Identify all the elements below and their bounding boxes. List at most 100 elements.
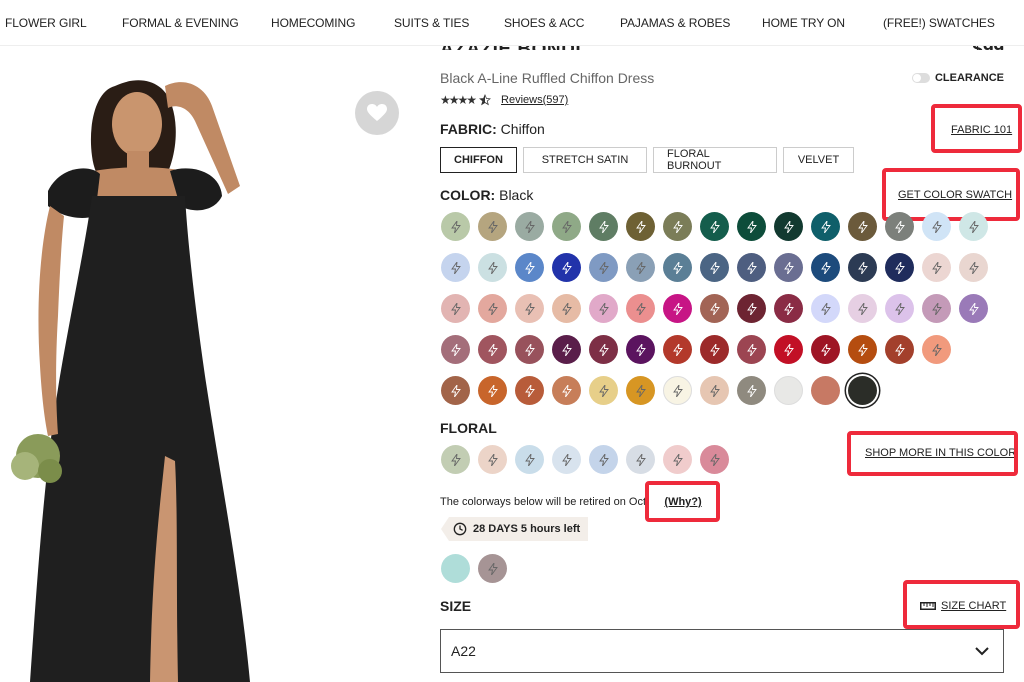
color-swatch[interactable] bbox=[774, 253, 803, 282]
color-swatch[interactable] bbox=[922, 335, 951, 364]
floral-swatch[interactable] bbox=[552, 445, 581, 474]
color-swatch[interactable] bbox=[959, 253, 988, 282]
color-swatch[interactable] bbox=[663, 376, 692, 405]
floral-swatch[interactable] bbox=[441, 445, 470, 474]
color-swatch[interactable] bbox=[589, 376, 618, 405]
color-swatch[interactable] bbox=[441, 294, 470, 323]
color-swatch[interactable] bbox=[552, 253, 581, 282]
fabric-option-floral-burnout[interactable]: FLORAL BURNOUT bbox=[653, 147, 777, 173]
fabric-option-velvet[interactable]: VELVET bbox=[783, 147, 854, 173]
color-swatch[interactable] bbox=[848, 335, 877, 364]
color-swatch[interactable] bbox=[552, 376, 581, 405]
color-swatch[interactable] bbox=[848, 253, 877, 282]
color-swatch[interactable] bbox=[959, 294, 988, 323]
product-image[interactable] bbox=[0, 46, 420, 682]
color-swatch[interactable] bbox=[737, 335, 766, 364]
favorite-button[interactable] bbox=[355, 91, 399, 135]
color-swatch[interactable] bbox=[441, 253, 470, 282]
color-swatch[interactable] bbox=[848, 294, 877, 323]
color-swatch[interactable] bbox=[663, 335, 692, 364]
color-swatch[interactable] bbox=[848, 212, 877, 241]
color-swatch[interactable] bbox=[441, 212, 470, 241]
color-swatch[interactable] bbox=[885, 294, 914, 323]
color-swatch[interactable] bbox=[515, 335, 544, 364]
color-swatch[interactable] bbox=[885, 212, 914, 241]
color-swatch[interactable] bbox=[700, 294, 729, 323]
color-swatch[interactable] bbox=[663, 212, 692, 241]
color-swatch[interactable] bbox=[626, 294, 655, 323]
color-swatch[interactable] bbox=[885, 335, 914, 364]
color-swatch[interactable] bbox=[811, 253, 840, 282]
color-swatch[interactable] bbox=[478, 294, 507, 323]
size-select[interactable]: A22 bbox=[440, 629, 1004, 673]
color-swatch[interactable] bbox=[589, 253, 618, 282]
color-swatch[interactable] bbox=[922, 294, 951, 323]
color-swatch[interactable] bbox=[589, 294, 618, 323]
reviews-link[interactable]: Reviews(597) bbox=[501, 94, 568, 106]
color-swatch[interactable] bbox=[478, 212, 507, 241]
color-swatch[interactable] bbox=[552, 335, 581, 364]
color-swatch[interactable] bbox=[626, 253, 655, 282]
color-swatch[interactable] bbox=[700, 376, 729, 405]
color-swatch[interactable] bbox=[811, 294, 840, 323]
color-swatch[interactable] bbox=[885, 253, 914, 282]
color-swatch[interactable] bbox=[663, 294, 692, 323]
color-swatch[interactable] bbox=[737, 376, 766, 405]
nav-pajamas-robes[interactable]: PAJAMAS & ROBES bbox=[620, 16, 730, 30]
color-swatch[interactable] bbox=[589, 335, 618, 364]
nav-homecoming[interactable]: HOMECOMING bbox=[271, 16, 355, 30]
color-swatch[interactable] bbox=[626, 212, 655, 241]
retiring-color-swatch[interactable] bbox=[478, 554, 507, 583]
color-swatch[interactable] bbox=[663, 253, 692, 282]
fabric-option-stretch-satin[interactable]: STRETCH SATIN bbox=[523, 147, 647, 173]
color-swatch[interactable] bbox=[737, 294, 766, 323]
color-swatch[interactable] bbox=[848, 376, 877, 405]
color-swatch[interactable] bbox=[515, 294, 544, 323]
floral-swatch[interactable] bbox=[515, 445, 544, 474]
nav-shoes-acc[interactable]: SHOES & ACC bbox=[504, 16, 584, 30]
color-swatch[interactable] bbox=[515, 253, 544, 282]
color-swatch[interactable] bbox=[589, 212, 618, 241]
color-swatch[interactable] bbox=[959, 212, 988, 241]
color-swatch[interactable] bbox=[552, 294, 581, 323]
floral-swatch[interactable] bbox=[663, 445, 692, 474]
floral-swatch[interactable] bbox=[589, 445, 618, 474]
color-swatch[interactable] bbox=[441, 335, 470, 364]
color-swatch[interactable] bbox=[478, 253, 507, 282]
color-swatch[interactable] bbox=[737, 253, 766, 282]
color-swatch[interactable] bbox=[922, 253, 951, 282]
floral-swatch[interactable] bbox=[478, 445, 507, 474]
color-swatch[interactable] bbox=[811, 212, 840, 241]
color-swatch[interactable] bbox=[700, 212, 729, 241]
nav-flower-girl[interactable]: FLOWER GIRL bbox=[5, 16, 87, 30]
color-swatch[interactable] bbox=[811, 376, 840, 405]
color-swatch[interactable] bbox=[626, 335, 655, 364]
floral-swatch[interactable] bbox=[626, 445, 655, 474]
color-swatch[interactable] bbox=[552, 212, 581, 241]
nav-formal-evening[interactable]: FORMAL & EVENING bbox=[122, 16, 239, 30]
color-swatch[interactable] bbox=[515, 376, 544, 405]
color-swatch[interactable] bbox=[774, 376, 803, 405]
color-swatch[interactable] bbox=[700, 335, 729, 364]
color-swatch[interactable] bbox=[774, 294, 803, 323]
color-swatch[interactable] bbox=[774, 212, 803, 241]
retiring-color-swatch[interactable] bbox=[441, 554, 470, 583]
color-swatch[interactable] bbox=[811, 335, 840, 364]
bolt-icon bbox=[487, 220, 498, 233]
floral-swatch[interactable] bbox=[700, 445, 729, 474]
color-swatch[interactable] bbox=[626, 376, 655, 405]
color-swatch[interactable] bbox=[478, 376, 507, 405]
nav-suits-ties[interactable]: SUITS & TIES bbox=[394, 16, 469, 30]
color-swatch[interactable] bbox=[478, 335, 507, 364]
color-swatch[interactable] bbox=[737, 212, 766, 241]
nav-free-swatches[interactable]: (FREE!) SWATCHES bbox=[883, 16, 995, 30]
clearance-toggle[interactable]: CLEARANCE bbox=[911, 72, 1004, 84]
color-swatch[interactable] bbox=[774, 335, 803, 364]
color-swatch[interactable] bbox=[441, 376, 470, 405]
color-swatch[interactable] bbox=[515, 212, 544, 241]
toggle-switch[interactable] bbox=[911, 73, 930, 83]
color-swatch[interactable] bbox=[700, 253, 729, 282]
color-swatch[interactable] bbox=[922, 212, 951, 241]
nav-home-try-on[interactable]: HOME TRY ON bbox=[762, 16, 845, 30]
fabric-option-chiffon[interactable]: CHIFFON bbox=[440, 147, 517, 173]
